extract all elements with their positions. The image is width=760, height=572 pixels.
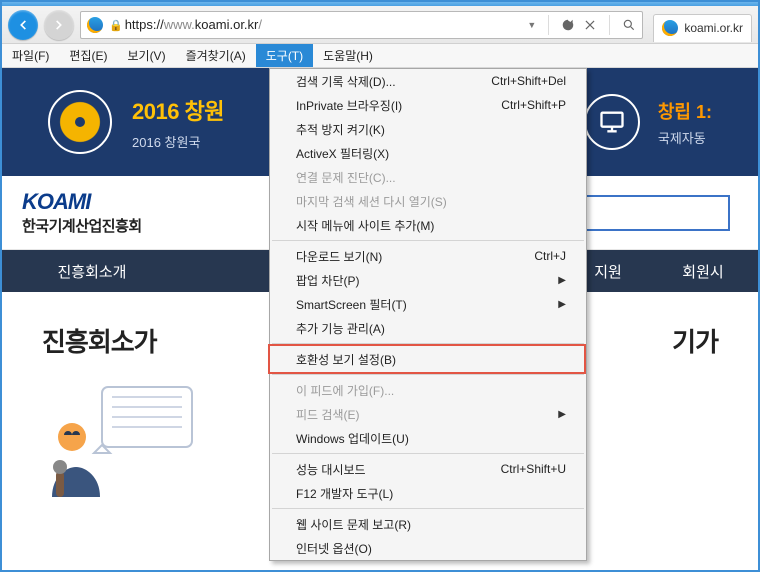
menu-item: 마지막 검색 세션 다시 열기(S)	[270, 189, 586, 213]
banner-left-title: 2016 창원	[132, 94, 224, 126]
menu-item[interactable]: F12 개발자 도구(L)	[270, 481, 586, 505]
menu-separator	[272, 453, 584, 454]
menu-item-label: 연결 문제 진단(C)...	[296, 169, 396, 186]
menu-item-label: F12 개발자 도구(L)	[296, 485, 393, 502]
menu-item-label: 추가 기능 관리(A)	[296, 320, 385, 337]
ie-icon	[87, 17, 103, 33]
menu-파일(F)[interactable]: 파일(F)	[2, 44, 59, 67]
menu-item-label: 웹 사이트 문제 보고(R)	[296, 516, 411, 533]
menu-item-label: 이 피드에 가입(F)...	[296, 382, 394, 399]
menu-item[interactable]: 호환성 보기 설정(B)	[270, 347, 586, 371]
banner-left: 2016 창원 2016 창원국	[48, 90, 224, 154]
menu-item-label: Windows 업데이트(U)	[296, 430, 409, 447]
menu-item[interactable]: 검색 기록 삭제(D)... Ctrl+Shift+Del	[270, 69, 586, 93]
menu-shortcut: Ctrl+J	[534, 249, 566, 263]
menu-item: 이 피드에 가입(F)...	[270, 378, 586, 402]
logo-main: KOAMI	[22, 189, 142, 215]
menu-item[interactable]: 성능 대시보드 Ctrl+Shift+U	[270, 457, 586, 481]
nav-intro[interactable]: 진흥회소개	[2, 261, 182, 282]
menu-item[interactable]: 추가 기능 관리(A)	[270, 316, 586, 340]
menu-item-label: 시작 메뉴에 사이트 추가(M)	[296, 217, 434, 234]
banner-left-text: 2016 창원 2016 창원국	[132, 94, 224, 151]
tools-dropdown: 검색 기록 삭제(D)... Ctrl+Shift+Del InPrivate 브라…	[269, 68, 587, 561]
nav-member[interactable]: 회원시	[648, 261, 758, 282]
menu-separator	[272, 240, 584, 241]
menu-보기(V)[interactable]: 보기(V)	[117, 44, 175, 67]
menu-도움말(H)[interactable]: 도움말(H)	[313, 44, 383, 67]
search-icon[interactable]	[622, 18, 636, 32]
menu-item[interactable]: ActiveX 필터링(X)	[270, 141, 586, 165]
browser-window: 🔒https://www.koami.or.kr/ ▼ koami.or.kr …	[0, 0, 760, 572]
tab-koami[interactable]: koami.or.kr	[653, 14, 752, 42]
forward-button[interactable]	[44, 10, 74, 40]
menu-item[interactable]: 시작 메뉴에 사이트 추가(M)	[270, 213, 586, 237]
menu-item-label: SmartScreen 필터(T)	[296, 296, 407, 313]
separator	[548, 15, 549, 35]
menu-편집(E)[interactable]: 편집(E)	[59, 44, 117, 67]
banner-left-sub: 2016 창원국	[132, 132, 224, 151]
menu-item: 피드 검색(E) ▶	[270, 402, 586, 426]
banner-right-sub: 국제자동	[658, 128, 712, 147]
menu-item-label: 호환성 보기 설정(B)	[296, 351, 396, 368]
menu-item-label: 팝업 차단(P)	[296, 272, 360, 289]
menu-separator	[272, 343, 584, 344]
menu-item[interactable]: 인터넷 옵션(O)	[270, 536, 586, 560]
menu-즐겨찾기(A)[interactable]: 즐겨찾기(A)	[176, 44, 256, 67]
menu-item[interactable]: InPrivate 브라우징(I) Ctrl+Shift+P	[270, 93, 586, 117]
tab-label: koami.or.kr	[684, 21, 743, 35]
menu-shortcut: Ctrl+Shift+U	[501, 462, 566, 476]
content-right: 기가	[672, 322, 718, 497]
separator	[609, 15, 610, 35]
menu-item[interactable]: 다운로드 보기(N) Ctrl+J	[270, 244, 586, 268]
refresh-icon[interactable]	[561, 18, 575, 32]
content-left: 진흥회소가	[42, 322, 202, 497]
menu-shortcut: Ctrl+Shift+Del	[491, 74, 566, 88]
content-right-heading: 기가	[672, 322, 718, 359]
menu-item[interactable]: 팝업 차단(P) ▶	[270, 268, 586, 292]
content-left-heading: 진흥회소가	[42, 322, 202, 359]
menu-bar: 파일(F)편집(E)보기(V)즐겨찾기(A)도구(T)도움말(H)	[2, 44, 758, 68]
menu-item-label: ActiveX 필터링(X)	[296, 145, 389, 162]
menu-item[interactable]: SmartScreen 필터(T) ▶	[270, 292, 586, 316]
menu-separator	[272, 508, 584, 509]
ie-icon	[662, 20, 678, 36]
address-bar[interactable]: 🔒https://www.koami.or.kr/ ▼	[80, 11, 643, 39]
gear-icon	[48, 90, 112, 154]
tab-strip: koami.or.kr	[653, 6, 752, 44]
menu-도구(T)[interactable]: 도구(T)	[256, 44, 313, 67]
menu-item[interactable]: 웹 사이트 문제 보고(R)	[270, 512, 586, 536]
menu-item-label: 검색 기록 삭제(D)...	[296, 73, 396, 90]
menu-item-label: InPrivate 브라우징(I)	[296, 97, 402, 114]
lock-icon: 🔒	[109, 20, 123, 32]
menu-item-label: 다운로드 보기(N)	[296, 248, 382, 265]
site-logo[interactable]: KOAMI 한국기계산업진흥회	[22, 189, 142, 236]
illustration	[42, 377, 202, 497]
back-button[interactable]	[8, 10, 38, 40]
address-text: 🔒https://www.koami.or.kr/	[109, 17, 262, 32]
page-content: 2016 창원 2016 창원국 창립 1: 국제자동 KOAMI 한국기계산업…	[2, 68, 758, 572]
monitor-icon	[584, 94, 640, 150]
menu-item-label: 마지막 검색 세션 다시 열기(S)	[296, 193, 447, 210]
address-tools: ▼	[527, 15, 636, 35]
nav-toolbar: 🔒https://www.koami.or.kr/ ▼ koami.or.kr	[2, 6, 758, 44]
submenu-arrow-icon: ▶	[558, 299, 566, 310]
menu-shortcut: Ctrl+Shift+P	[501, 98, 566, 112]
menu-item[interactable]: Windows 업데이트(U)	[270, 426, 586, 450]
menu-item: 연결 문제 진단(C)...	[270, 165, 586, 189]
menu-item[interactable]: 추적 방지 켜기(K)	[270, 117, 586, 141]
menu-separator	[272, 374, 584, 375]
stop-icon[interactable]	[583, 18, 597, 32]
menu-item-label: 피드 검색(E)	[296, 406, 360, 423]
banner-right-title: 창립 1:	[658, 98, 712, 124]
dropdown-arrow-icon[interactable]: ▼	[527, 20, 536, 30]
submenu-arrow-icon: ▶	[558, 409, 566, 420]
menu-item-label: 성능 대시보드	[296, 461, 366, 478]
banner-right-text: 창립 1: 국제자동	[658, 98, 712, 147]
menu-item-label: 인터넷 옵션(O)	[296, 540, 372, 557]
submenu-arrow-icon: ▶	[558, 275, 566, 286]
logo-sub: 한국기계산업진흥회	[22, 215, 142, 236]
menu-item-label: 추적 방지 켜기(K)	[296, 121, 385, 138]
